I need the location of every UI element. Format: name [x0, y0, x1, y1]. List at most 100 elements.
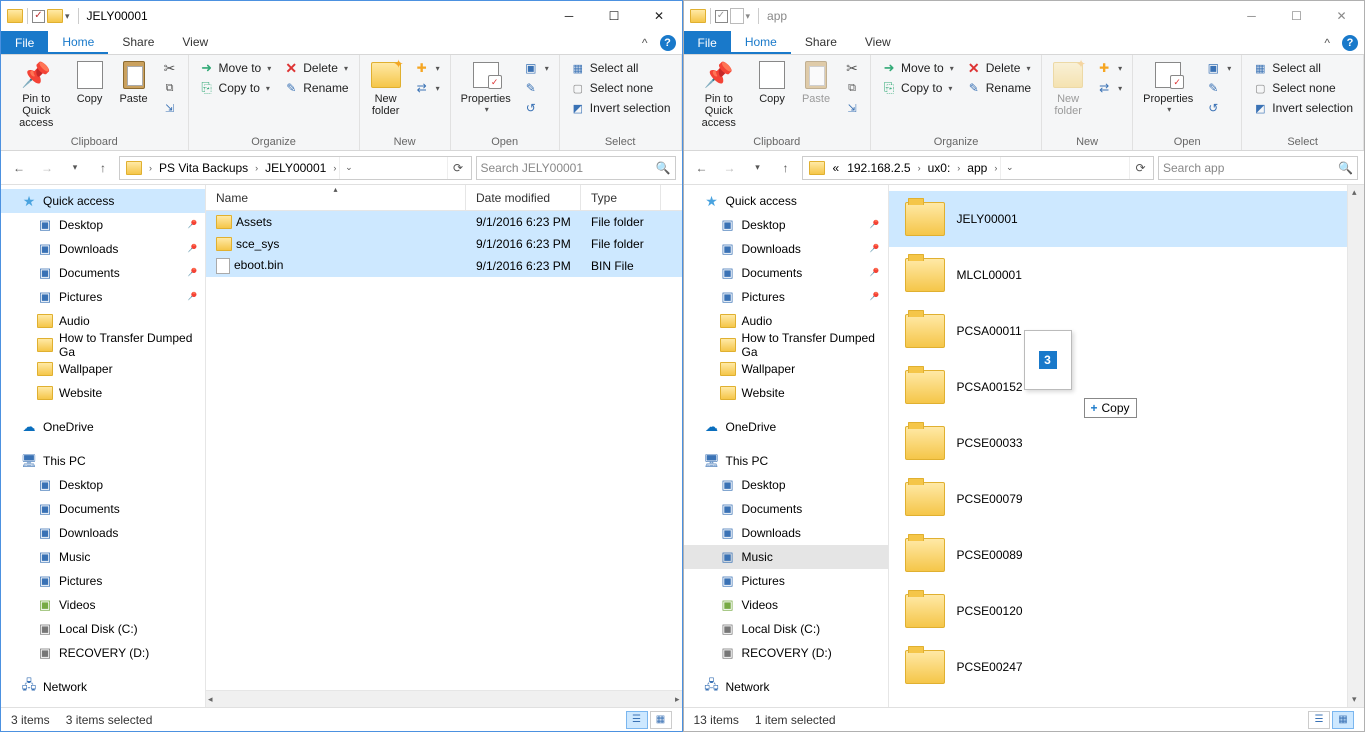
nav-onedrive[interactable]: ☁OneDrive	[1, 415, 205, 439]
column-type[interactable]: Type	[581, 185, 661, 210]
qat-customize-icon[interactable]: ▾	[65, 11, 70, 22]
nav-pc-item[interactable]: ▣Local Disk (C:)	[1, 617, 205, 641]
search-input[interactable]: Search app 🔍	[1158, 156, 1358, 180]
nav-pinned-item[interactable]: ▣Downloads📍	[1, 237, 205, 261]
qat-properties-icon[interactable]: ✓	[715, 10, 728, 23]
copy-path-button[interactable]: ⧉	[840, 79, 864, 97]
nav-pc-item[interactable]: ▣Music	[684, 545, 888, 569]
new-folder-button[interactable]: New folder	[366, 57, 406, 119]
folder-item[interactable]: PCSE00089	[889, 527, 1348, 583]
minimize-button[interactable]: ─	[547, 1, 592, 31]
nav-pc-item[interactable]: ▣Downloads	[684, 521, 888, 545]
paste-shortcut-button[interactable]: ⇲	[158, 99, 182, 117]
copy-path-button[interactable]: ⧉	[158, 79, 182, 97]
nav-pc-item[interactable]: ▣Desktop	[684, 473, 888, 497]
folder-item[interactable]: JELY00001	[889, 191, 1348, 247]
maximize-button[interactable]: ☐	[592, 1, 637, 31]
copy-to-button[interactable]: ⎘Copy to	[877, 79, 958, 97]
pin-quick-access-button[interactable]: 📌Pin to Quick access	[690, 57, 749, 131]
nav-pc-item[interactable]: ▣Music	[1, 545, 205, 569]
invert-selection-button[interactable]: ◩Invert selection	[566, 99, 675, 117]
column-name[interactable]: ▴Name	[206, 185, 466, 210]
minimize-button[interactable]: ─	[1229, 1, 1274, 31]
details-view-button[interactable]: ☰	[626, 711, 648, 729]
file-tab[interactable]: File	[1, 31, 48, 54]
large-icons-view-button[interactable]: ▦	[1332, 711, 1354, 729]
nav-recent-item[interactable]: How to Transfer Dumped Ga	[1, 333, 205, 357]
qat-newfolder-icon[interactable]	[47, 9, 63, 23]
view-tab[interactable]: View	[851, 31, 905, 54]
rename-button[interactable]: ✎Rename	[279, 79, 352, 97]
folder-list[interactable]: JELY00001MLCL00001PCSA00011PCSA00152PCSE…	[889, 185, 1348, 707]
nav-pinned-item[interactable]: ▣Documents📍	[1, 261, 205, 285]
search-input[interactable]: Search JELY00001 🔍	[476, 156, 676, 180]
file-row[interactable]: sce_sys9/1/2016 6:23 PMFile folder	[206, 233, 682, 255]
open-button[interactable]: ▣	[519, 59, 553, 77]
nav-pc-item[interactable]: ▣RECOVERY (D:)	[684, 641, 888, 665]
folder-item[interactable]: PCSA00011	[889, 303, 1348, 359]
history-button[interactable]: ↺	[1201, 99, 1235, 117]
nav-recent-item[interactable]: How to Transfer Dumped Ga	[684, 333, 888, 357]
nav-pinned-item[interactable]: ▣Downloads📍	[684, 237, 888, 261]
up-button[interactable]: ↑	[91, 156, 115, 180]
breadcrumb-seg[interactable]: ux0:	[924, 157, 955, 179]
forward-button[interactable]: →	[35, 156, 59, 180]
qat-customize-icon[interactable]: ▾	[746, 11, 751, 22]
file-row[interactable]: Assets9/1/2016 6:23 PMFile folder	[206, 211, 682, 233]
properties-button[interactable]: Properties	[1139, 57, 1197, 116]
share-tab[interactable]: Share	[108, 31, 168, 54]
nav-pc-item[interactable]: ▣Desktop	[1, 473, 205, 497]
folder-item[interactable]: MLCL00001	[889, 247, 1348, 303]
qat-properties-icon[interactable]: ✓	[32, 10, 45, 23]
select-none-button[interactable]: ▢Select none	[1248, 79, 1357, 97]
qat-newfolder-icon[interactable]	[730, 8, 744, 24]
back-button[interactable]: ←	[7, 156, 31, 180]
nav-pc-item[interactable]: ▣Documents	[684, 497, 888, 521]
easy-access-button[interactable]: ⇄	[1092, 79, 1126, 97]
address-history-button[interactable]: ⌄	[339, 157, 357, 179]
app-icon[interactable]	[7, 9, 23, 23]
folder-item[interactable]: PCSE00033	[889, 415, 1348, 471]
nav-pc-item[interactable]: ▣Pictures	[1, 569, 205, 593]
close-button[interactable]: ✕	[637, 1, 682, 31]
nav-recent-item[interactable]: Audio	[684, 309, 888, 333]
copy-button[interactable]: Copy	[752, 57, 792, 107]
breadcrumb-seg[interactable]: JELY00001	[261, 157, 330, 179]
refresh-button[interactable]: ⟳	[1129, 157, 1151, 179]
view-tab[interactable]: View	[168, 31, 222, 54]
navigation-pane[interactable]: ★Quick access▣Desktop📍▣Downloads📍▣Docume…	[1, 185, 206, 707]
delete-button[interactable]: ✕Delete	[279, 59, 352, 77]
select-none-button[interactable]: ▢Select none	[566, 79, 675, 97]
nav-this-pc[interactable]: 🖥This PC	[684, 449, 888, 473]
folder-item[interactable]: PCSA00152	[889, 359, 1348, 415]
titlebar[interactable]: ✓ ▾ JELY00001 ─ ☐ ✕	[1, 1, 682, 31]
cut-button[interactable]: ✂	[158, 59, 182, 77]
move-to-button[interactable]: ➜Move to	[877, 59, 958, 77]
breadcrumb-seg[interactable]: PS Vita Backups	[155, 157, 252, 179]
recent-locations-button[interactable]: ▾	[746, 156, 770, 180]
nav-quick-access[interactable]: ★Quick access	[1, 189, 205, 213]
move-to-button[interactable]: ➜Move to	[195, 59, 276, 77]
nav-this-pc[interactable]: 🖥This PC	[1, 449, 205, 473]
breadcrumb-seg[interactable]: app	[963, 157, 991, 179]
folder-item[interactable]: PCSE00079	[889, 471, 1348, 527]
copy-button[interactable]: Copy	[70, 57, 110, 107]
nav-pc-item[interactable]: ▣Local Disk (C:)	[684, 617, 888, 641]
ribbon-collapse-button[interactable]: ^	[636, 31, 654, 54]
address-bar[interactable]: « 192.168.2.5 › ux0: › app › ⌄ ⟳	[802, 156, 1155, 180]
nav-recent-item[interactable]: Wallpaper	[684, 357, 888, 381]
nav-onedrive[interactable]: ☁OneDrive	[684, 415, 888, 439]
file-list[interactable]: Assets9/1/2016 6:23 PMFile foldersce_sys…	[206, 211, 682, 690]
nav-pc-item[interactable]: ▣Pictures	[684, 569, 888, 593]
forward-button[interactable]: →	[718, 156, 742, 180]
pin-quick-access-button[interactable]: 📌Pin to Quick access	[7, 57, 66, 131]
ribbon-collapse-button[interactable]: ^	[1318, 31, 1336, 54]
horizontal-scrollbar[interactable]	[206, 690, 682, 707]
invert-selection-button[interactable]: ◩Invert selection	[1248, 99, 1357, 117]
select-all-button[interactable]: ▦Select all	[566, 59, 675, 77]
vertical-scrollbar[interactable]	[1347, 185, 1364, 707]
new-item-button[interactable]: ✚	[1092, 59, 1126, 77]
column-date[interactable]: Date modified	[466, 185, 581, 210]
home-tab[interactable]: Home	[48, 31, 108, 54]
nav-network[interactable]: 🖧Network	[1, 675, 205, 699]
